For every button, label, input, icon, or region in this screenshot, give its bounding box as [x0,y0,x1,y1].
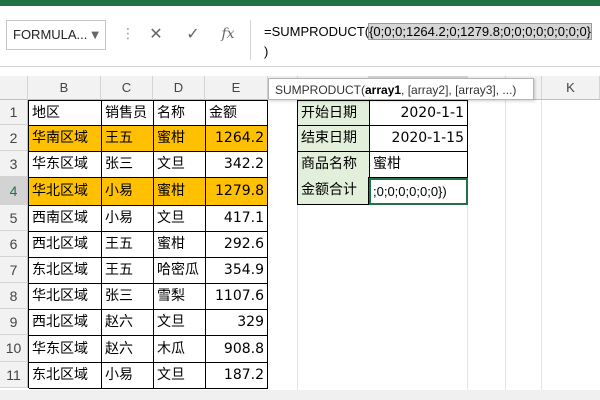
formula-bar-area: FORMULA... ▼ ⋮ ✕ ✓ fx =SUMPRODUCT({0;0;0… [0,6,600,67]
table-cell[interactable]: 文旦 [154,206,206,232]
row-header[interactable]: 1 [0,100,28,125]
table-cell[interactable]: 1107.6 [206,284,268,310]
table-cell[interactable]: 蜜柑 [154,126,206,152]
table-cell[interactable]: 小易 [102,206,154,232]
table-cell[interactable]: 蜜柑 [154,178,206,206]
formula-highlight: {0;0;0;1264.2;0;1279.8;0;0;0;0;0;0;0;0} [368,23,593,40]
column-header[interactable]: D [153,76,205,100]
enter-icon[interactable]: ✓ [181,22,205,46]
row-header[interactable]: 9 [0,309,28,335]
row-header[interactable]: 8 [0,283,28,309]
table-cell[interactable]: 小易 [102,363,154,389]
data-table: 地区 销售员 名称 金额 华南区域 王五 蜜柑 1264.2 华东区域 张三 文… [28,100,268,389]
end-date-label[interactable]: 结束日期 [298,126,370,152]
function-tooltip[interactable]: SUMPRODUCT(array1, [array2], [array3], .… [268,78,534,100]
table-cell[interactable]: 文旦 [154,310,206,336]
table-cell[interactable]: 赵六 [102,336,154,363]
table-cell[interactable]: 417.1 [206,206,268,232]
product-name-value[interactable]: 蜜柑 [370,152,468,178]
table-cell[interactable]: 西北区域 [29,232,102,258]
table-cell[interactable]: 东北区域 [29,258,102,284]
total-amount-edit-cell[interactable]: ;0;0;0;0;0;0}) [369,178,468,205]
table-cell[interactable]: 华北区域 [29,178,102,206]
table-cell[interactable]: 187.2 [206,363,268,389]
column-header[interactable]: K [542,76,600,100]
row-header[interactable]: 5 [0,205,28,231]
table-cell[interactable]: 东北区域 [29,363,102,389]
column-header[interactable]: B [28,76,101,100]
table-cell[interactable]: 雪梨 [154,284,206,310]
end-date-value[interactable]: 2020-1-15 [370,126,468,152]
insert-function-icon[interactable]: fx [216,22,240,46]
table-cell[interactable]: 王五 [102,126,154,152]
table-header-cell[interactable]: 销售员 [102,101,154,126]
table-header-cell[interactable]: 地区 [29,101,102,126]
table-cell[interactable]: 小易 [102,178,154,206]
table-cell[interactable]: 908.8 [206,336,268,363]
table-cell[interactable]: 西南区域 [29,206,102,232]
total-amount-label[interactable]: 金额合计 [297,177,369,205]
table-cell[interactable]: 1264.2 [206,126,268,152]
row-header[interactable]: 2 [0,125,28,151]
table-cell[interactable]: 王五 [102,232,154,258]
row-header[interactable]: 7 [0,257,28,283]
row-header[interactable]: 11 [0,362,28,388]
row-header[interactable]: 6 [0,231,28,257]
formula-line2: ) [264,44,269,59]
table-cell[interactable]: 华东区域 [29,152,102,178]
table-cell[interactable]: 文旦 [154,152,206,178]
table-cell[interactable]: 1279.8 [206,178,268,206]
tooltip-rest: , [array2], [array3], ...) [401,83,517,97]
name-box[interactable]: FORMULA... ▼ [6,20,106,50]
table-cell[interactable]: 342.2 [206,152,268,178]
table-cell[interactable]: 张三 [102,152,154,178]
chevron-down-icon[interactable]: ▼ [91,30,99,41]
table-cell[interactable]: 蜜柑 [154,232,206,258]
formula-input[interactable]: =SUMPRODUCT({0;0;0;1264.2;0;1279.8;0;0;0… [264,22,600,42]
table-header-cell[interactable]: 名称 [154,101,206,126]
column-header[interactable]: E [205,76,268,100]
column-header[interactable]: C [101,76,153,100]
select-all-corner[interactable] [0,76,28,100]
table-cell[interactable]: 西北区域 [29,310,102,336]
row-header[interactable]: 10 [0,335,28,362]
name-box-value: FORMULA... [13,27,88,42]
table-cell[interactable]: 292.6 [206,232,268,258]
table-cell[interactable]: 文旦 [154,363,206,389]
criteria-table: 开始日期 2020-1-1 结束日期 2020-1-15 商品名称 蜜柑 [297,100,468,178]
row-header[interactable]: 3 [0,151,28,177]
table-cell[interactable]: 华北区域 [29,284,102,310]
table-cell[interactable]: 赵六 [102,310,154,336]
cancel-icon[interactable]: ✕ [144,22,168,46]
table-cell[interactable]: 华东区域 [29,336,102,363]
table-cell[interactable]: 哈密瓜 [154,258,206,284]
tooltip-arg1[interactable]: array1 [365,83,401,97]
start-date-label[interactable]: 开始日期 [298,101,370,126]
tooltip-function: SUMPRODUCT( [275,83,365,97]
start-date-value[interactable]: 2020-1-1 [370,101,468,126]
product-name-label[interactable]: 商品名称 [298,152,370,178]
table-header-cell[interactable]: 金额 [206,101,268,126]
gridline [505,100,506,392]
formula-bar-divider [250,20,251,60]
table-cell[interactable]: 木瓜 [154,336,206,363]
row-header[interactable]: 4 [0,177,28,205]
resize-handle-icon[interactable]: ⋮ [121,26,135,42]
table-cell[interactable]: 354.9 [206,258,268,284]
formula-prefix: =SUMPRODUCT( [264,24,370,39]
table-cell[interactable]: 张三 [102,284,154,310]
table-cell[interactable]: 华南区域 [29,126,102,152]
sheet-tab-bar [0,390,600,400]
table-cell[interactable]: 王五 [102,258,154,284]
table-cell[interactable]: 329 [206,310,268,336]
gridline [541,100,542,392]
